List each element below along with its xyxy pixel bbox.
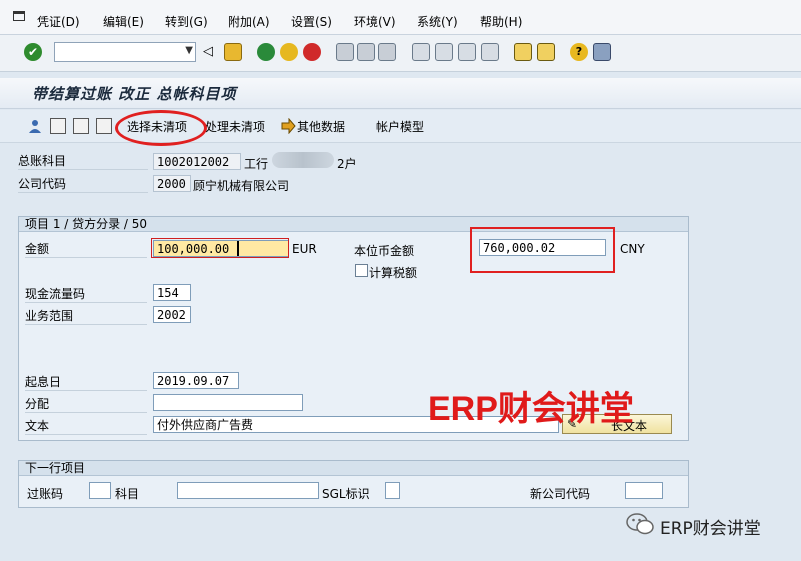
posting-key-label: 过账码 (27, 487, 64, 501)
layout-icon[interactable] (593, 43, 611, 61)
copy-icon[interactable] (96, 118, 112, 134)
account-label: 科目 (115, 487, 140, 501)
company-name: 顾宁机械有限公司 (193, 179, 290, 193)
command-field[interactable]: ▼ (54, 42, 196, 62)
amount-label: 金额 (25, 241, 147, 258)
cash-flow-field[interactable]: 154 (153, 284, 191, 301)
account-model-button[interactable]: 帐户模型 (376, 118, 424, 135)
menu-edit[interactable]: 编辑(E) (103, 13, 144, 30)
print-icon[interactable] (336, 43, 354, 61)
amount-currency: EUR (292, 242, 317, 256)
menu-help[interactable]: 帮助(H) (480, 13, 522, 30)
menu-environment[interactable]: 环境(V) (354, 13, 396, 30)
other-data-button[interactable]: 其他数据 (297, 118, 345, 135)
highlight-rect (470, 227, 615, 273)
page-title: 带结算过账 改正 总帐科目项 (32, 85, 237, 103)
shortcut-icon[interactable] (537, 43, 555, 61)
local-amount-label: 本位币金额 (354, 244, 415, 258)
business-area-label: 业务范围 (25, 308, 147, 325)
value-date-label: 起息日 (25, 374, 147, 391)
enter-check-icon[interactable]: ✔ (24, 43, 42, 61)
menu-document[interactable]: 凭证(D) (37, 13, 80, 30)
calc-tax-label: 计算税额 (369, 266, 418, 280)
menu-extras[interactable]: 附加(A) (228, 13, 270, 30)
assignment-field[interactable] (153, 394, 303, 411)
calc-tax-checkbox[interactable] (355, 264, 368, 277)
footer-brand: ERP财会讲堂 (660, 519, 761, 539)
cash-flow-label: 现金流量码 (25, 286, 147, 303)
back-icon[interactable]: ◁ (203, 43, 221, 61)
gl-account-desc-suffix: 2户 (337, 157, 357, 171)
next-page-icon[interactable] (458, 43, 476, 61)
find-icon[interactable] (357, 43, 375, 61)
new-company-code-label: 新公司代码 (530, 487, 591, 501)
sgl-field[interactable] (385, 482, 400, 499)
arrow-right-icon (280, 117, 296, 135)
menu-system[interactable]: 系统(Y) (417, 13, 458, 30)
save-icon[interactable] (224, 43, 242, 61)
assignment-label: 分配 (25, 396, 147, 413)
gl-account-label: 总账科目 (18, 153, 148, 170)
title-bar: 带结算过账 改正 总帐科目项 (0, 78, 801, 109)
prev-page-icon[interactable] (435, 43, 453, 61)
company-code-field[interactable]: 2000 (153, 175, 191, 192)
menu-goto[interactable]: 转到(G) (165, 13, 208, 30)
wechat-icon (626, 512, 654, 539)
sgl-label: SGL标识 (322, 487, 370, 501)
help-icon[interactable]: ? (570, 43, 588, 61)
watermark-text: ERP财会讲堂 (428, 390, 634, 428)
account-field[interactable] (177, 482, 319, 499)
find-next-icon[interactable] (378, 43, 396, 61)
process-open-items-button[interactable]: 处理未清项 (205, 118, 265, 135)
new-session-icon[interactable] (514, 43, 532, 61)
first-page-icon[interactable] (412, 43, 430, 61)
chevron-down-icon[interactable]: ▼ (185, 45, 193, 56)
company-code-label: 公司代码 (18, 176, 148, 193)
next-item-group-title: 下一行项目 (19, 461, 688, 476)
menu-bar: 凭证(D) 编辑(E) 转到(G) 附加(A) 设置(S) 环境(V) 系统(Y… (0, 0, 801, 35)
person-icon[interactable] (27, 118, 43, 134)
posting-key-field[interactable] (89, 482, 111, 499)
focus-corners (151, 238, 289, 258)
blurred-region (272, 152, 334, 168)
text-label: 文本 (25, 418, 147, 435)
local-currency: CNY (620, 242, 645, 256)
gl-account-field[interactable]: 1002012002 (153, 153, 241, 170)
document-edit-icon[interactable] (73, 118, 89, 134)
menu-toggle-icon[interactable] (13, 11, 25, 21)
gl-account-desc-prefix: 工行 (244, 157, 269, 171)
business-area-field[interactable]: 2002 (153, 306, 191, 323)
last-page-icon[interactable] (481, 43, 499, 61)
value-date-field[interactable]: 2019.09.07 (153, 372, 239, 389)
menu-settings[interactable]: 设置(S) (291, 13, 332, 30)
yellow-exit-icon[interactable] (280, 43, 298, 61)
red-cancel-icon[interactable] (303, 43, 321, 61)
green-back-icon[interactable] (257, 43, 275, 61)
system-toolbar: ✔ ▼ ◁ ? (0, 35, 801, 72)
highlight-oval (115, 110, 207, 146)
document-icon[interactable] (50, 118, 66, 134)
new-company-code-field[interactable] (625, 482, 663, 499)
